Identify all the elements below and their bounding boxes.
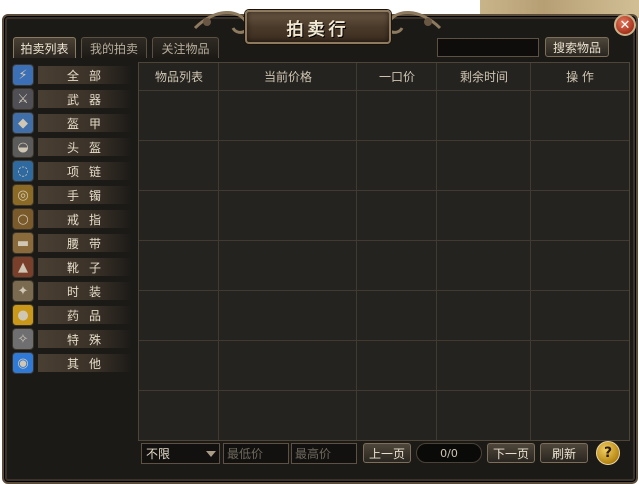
category-belt[interactable]: ▬ 腰带: [12, 232, 132, 254]
tab-watched-items[interactable]: 关注物品: [152, 37, 219, 58]
boots-icon: ▲: [12, 256, 34, 278]
category-label: 武器: [38, 90, 132, 108]
category-label: 药品: [38, 306, 132, 324]
column-divider: [530, 63, 531, 440]
category-label: 项链: [38, 162, 132, 180]
row-divider: [139, 340, 629, 341]
bracelet-icon: ◎: [12, 184, 34, 206]
all-icon: ⚡: [12, 64, 34, 86]
potion-icon: ●: [12, 304, 34, 326]
category-weapon[interactable]: ⚔ 武器: [12, 88, 132, 110]
column-header-buyout: 一口价: [378, 70, 415, 84]
search-button[interactable]: 搜索物品: [545, 37, 609, 57]
page-indicator: 0/0: [416, 443, 482, 463]
row-divider: [139, 140, 629, 141]
column-divider: [218, 63, 219, 440]
category-boots[interactable]: ▲ 靴子: [12, 256, 132, 278]
category-label: 靴子: [38, 258, 132, 276]
refresh-button[interactable]: 刷新: [540, 443, 588, 463]
tab-auction-list[interactable]: 拍卖列表: [13, 37, 76, 58]
necklace-icon: ◌: [12, 160, 34, 182]
ring-icon: ○: [12, 208, 34, 230]
title-plate: 拍卖行: [245, 10, 391, 44]
filter-select-value: 不限: [146, 447, 171, 461]
max-price-input[interactable]: 最高价: [291, 443, 357, 464]
search-input[interactable]: [437, 38, 539, 57]
close-button[interactable]: ✕: [614, 14, 636, 36]
column-header-time-left: 剩余时间: [459, 70, 508, 84]
close-icon: ✕: [619, 17, 631, 33]
prev-page-button[interactable]: 上一页: [363, 443, 411, 463]
category-ring[interactable]: ○ 戒指: [12, 208, 132, 230]
category-armor[interactable]: ◆ 盔甲: [12, 112, 132, 134]
category-bracelet[interactable]: ◎ 手镯: [12, 184, 132, 206]
fashion-icon: ✦: [12, 280, 34, 302]
row-divider: [139, 240, 629, 241]
belt-icon: ▬: [12, 232, 34, 254]
category-label: 手镯: [38, 186, 132, 204]
column-divider: [436, 63, 437, 440]
row-divider: [139, 90, 629, 91]
min-price-input[interactable]: 最低价: [223, 443, 289, 464]
category-label: 戒指: [38, 210, 132, 228]
column-divider: [356, 63, 357, 440]
tab-my-auctions[interactable]: 我的拍卖: [81, 37, 147, 58]
category-all[interactable]: ⚡ 全部: [12, 64, 132, 86]
armor-icon: ◆: [12, 112, 34, 134]
other-icon: ◉: [12, 352, 34, 374]
helmet-icon: ◒: [12, 136, 34, 158]
auction-table: 物品列表 当前价格 一口价 剩余时间 操 作: [138, 62, 630, 441]
row-divider: [139, 290, 629, 291]
window-title: 拍卖行: [286, 19, 350, 40]
category-fashion[interactable]: ✦ 时装: [12, 280, 132, 302]
category-label: 全部: [38, 66, 132, 84]
category-label: 其他: [38, 354, 132, 372]
category-label: 腰带: [38, 234, 132, 252]
filter-select[interactable]: 不限: [141, 443, 220, 464]
help-icon: ?: [603, 445, 613, 461]
category-sidebar: ⚡ 全部 ⚔ 武器 ◆ 盔甲 ◒ 头盔 ◌ 项链 ◎ 手镯 ○ 戒指 ▬ 腰带 …: [12, 62, 137, 376]
category-special[interactable]: ✧ 特殊: [12, 328, 132, 350]
row-divider: [139, 390, 629, 391]
category-other[interactable]: ◉ 其他: [12, 352, 132, 374]
category-label: 头盔: [38, 138, 132, 156]
category-label: 特殊: [38, 330, 132, 348]
category-necklace[interactable]: ◌ 项链: [12, 160, 132, 182]
dropdown-arrow-icon: [206, 451, 216, 457]
category-potion[interactable]: ● 药品: [12, 304, 132, 326]
row-divider: [139, 190, 629, 191]
category-label: 盔甲: [38, 114, 132, 132]
column-header-item: 物品列表: [154, 70, 203, 84]
column-header-action: 操 作: [566, 70, 594, 84]
sword-icon: ⚔: [12, 88, 34, 110]
help-button[interactable]: ?: [596, 441, 620, 465]
column-header-current-price: 当前价格: [263, 70, 312, 84]
category-helmet[interactable]: ◒ 头盔: [12, 136, 132, 158]
category-label: 时装: [38, 282, 132, 300]
special-icon: ✧: [12, 328, 34, 350]
next-page-button[interactable]: 下一页: [487, 443, 535, 463]
